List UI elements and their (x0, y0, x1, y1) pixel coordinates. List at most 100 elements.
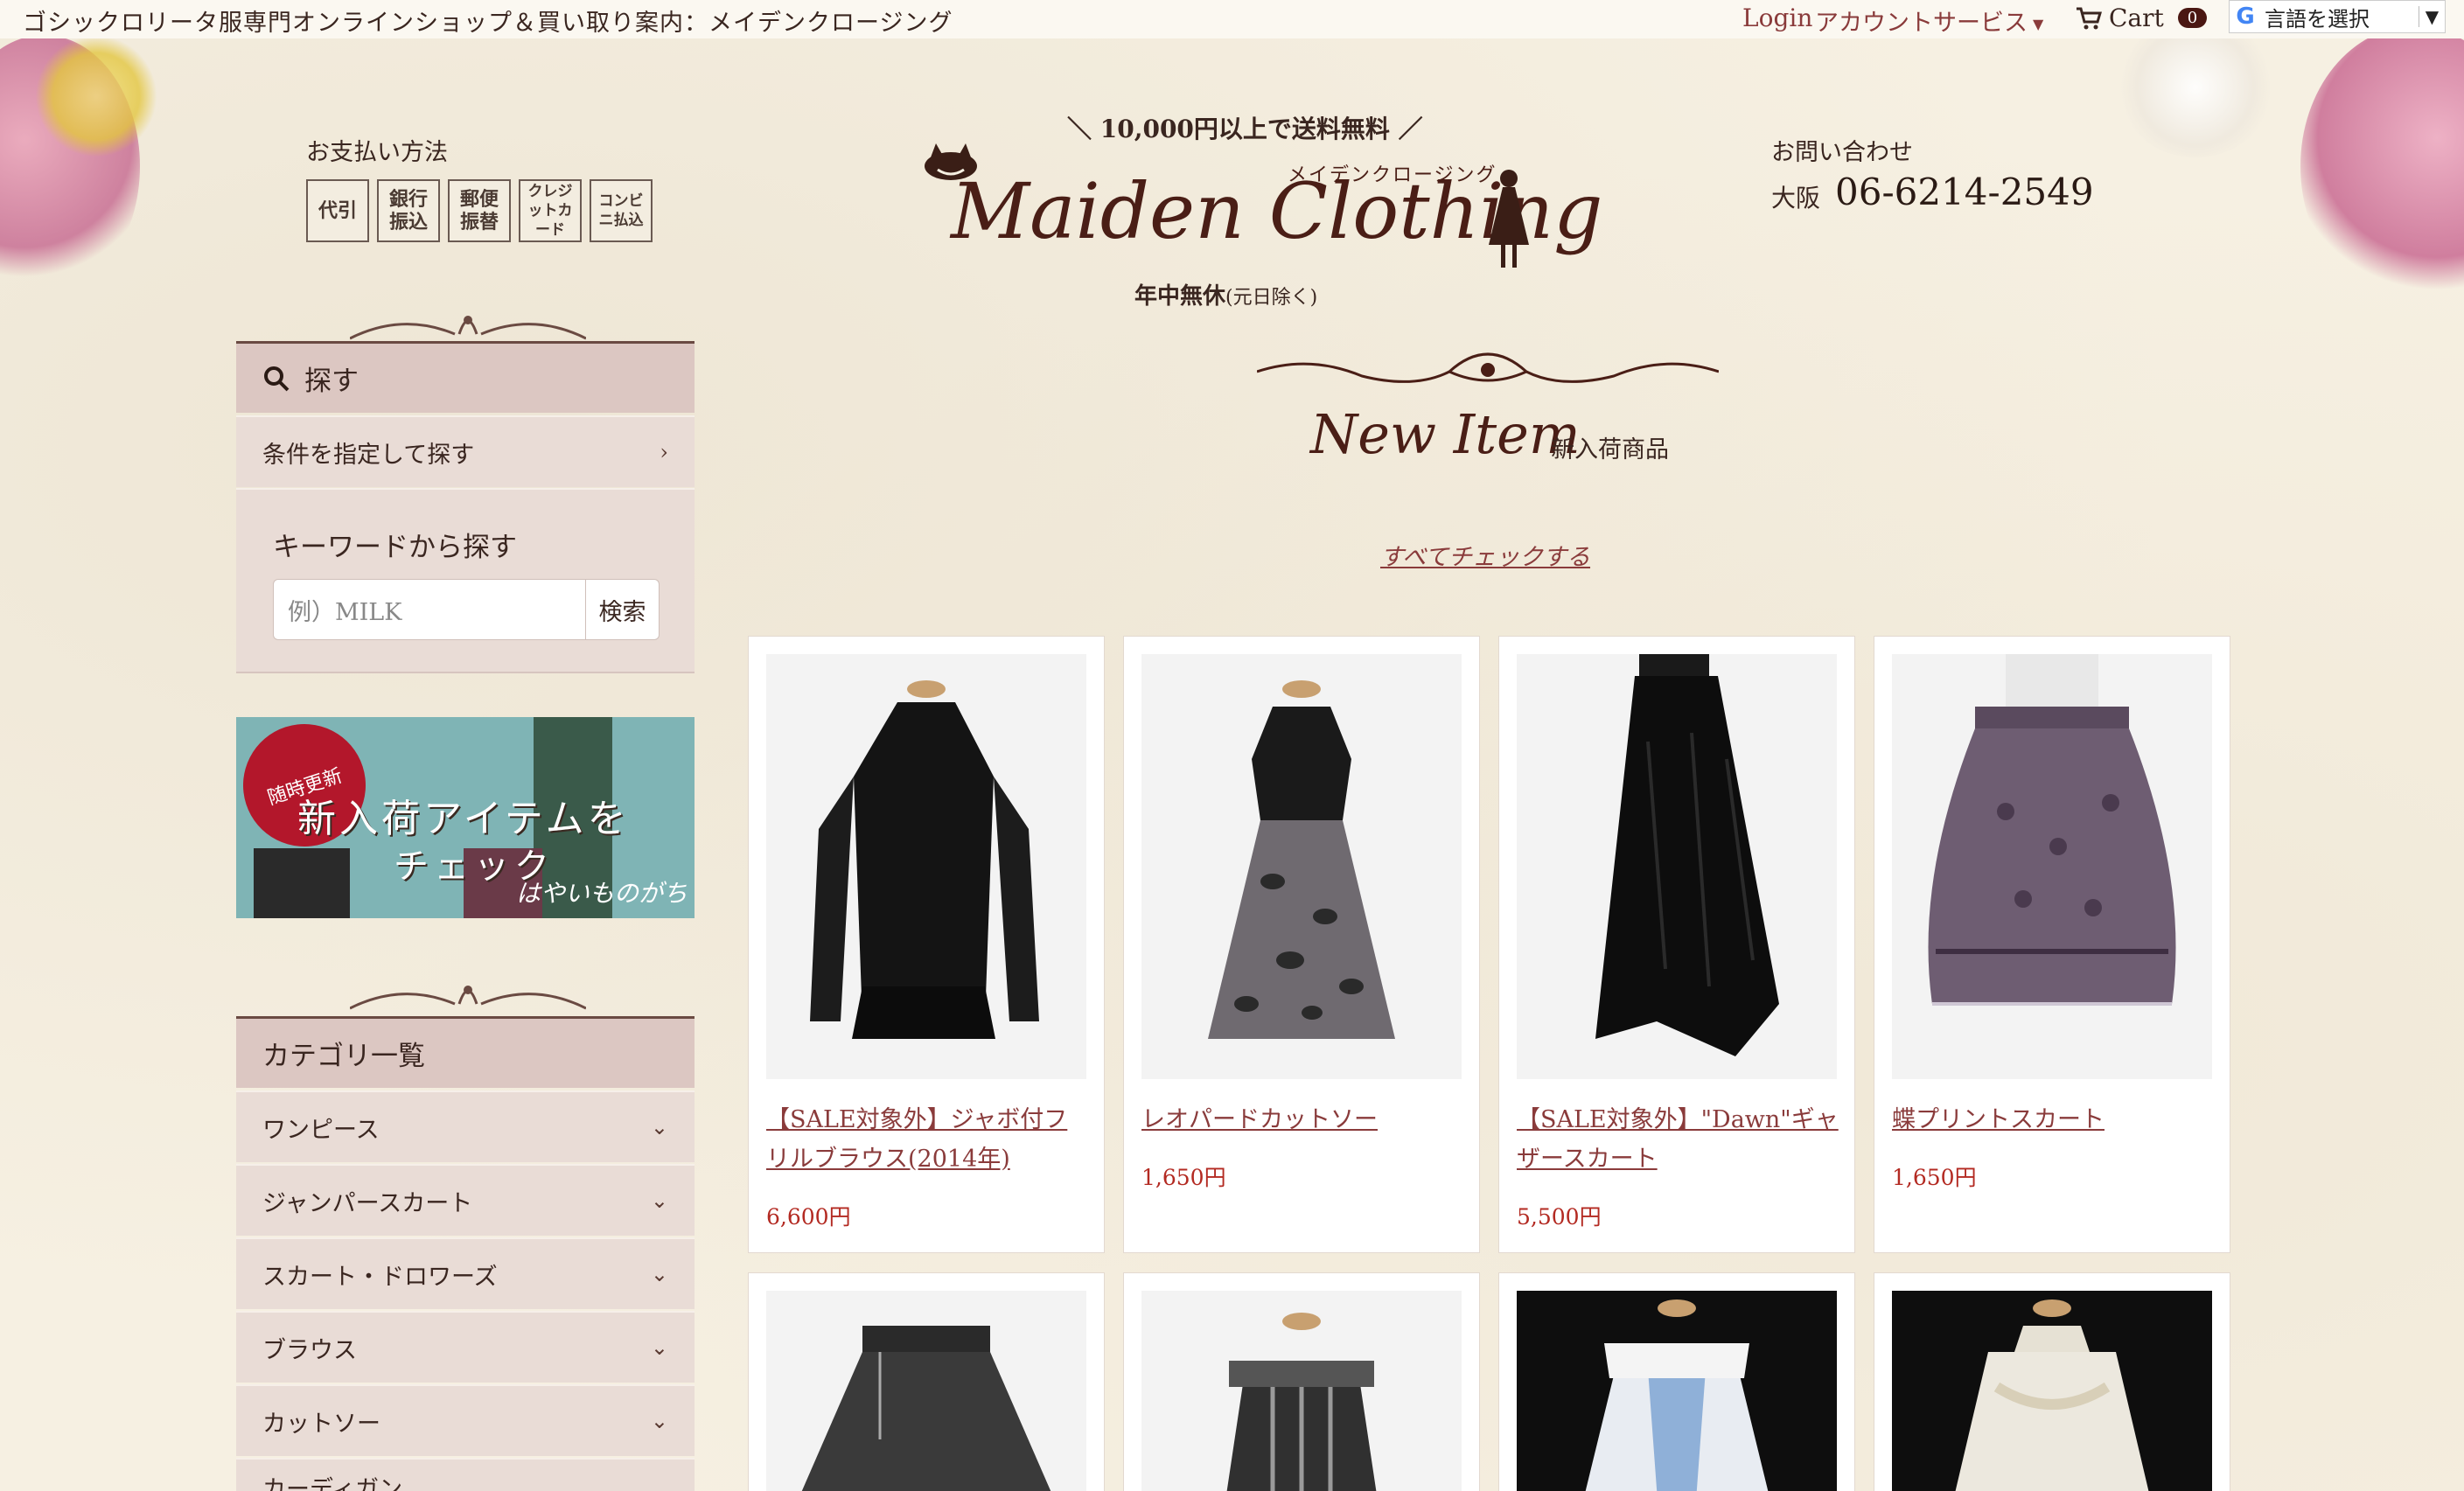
product-name[interactable]: 【SALE対象外】ジャボ付フリルブラウス(2014年) (766, 1100, 1090, 1179)
product-card[interactable]: 蝶プリントスカート 1,650円 (1874, 636, 2230, 1253)
dropdown-arrow-icon: ▼ (2419, 6, 2445, 27)
category-section-header: カテゴリ一覧 (236, 1016, 695, 1088)
category-item-label: スカート・ドロワーズ (262, 1263, 498, 1291)
product-name[interactable]: 蝶プリントスカート (1892, 1100, 2216, 1139)
keyword-search-button[interactable]: 検索 (586, 579, 660, 640)
payment-methods-title: お支払い方法 (306, 139, 448, 166)
business-hours: 年中無休(元日除く) (1134, 278, 1317, 310)
chevron-down-icon: ⌄ (650, 1188, 668, 1213)
alice-silhouette-icon (1489, 170, 1529, 268)
keyword-search-box: キーワードから探す 例）MILK 検索 (236, 488, 695, 673)
category-item[interactable]: ワンピース ⌄ (236, 1090, 695, 1162)
ornament-divider-category (350, 986, 586, 1010)
product-image[interactable] (766, 654, 1086, 1079)
product-price: 1,650円 (1892, 1165, 1977, 1190)
cart-icon (2077, 7, 2102, 29)
product-image[interactable] (1517, 654, 1837, 1079)
logo-kana: メイデンクロージング (1288, 164, 1497, 186)
cart-count-badge: 0 (2177, 8, 2208, 28)
category-item[interactable]: カーディガン (236, 1458, 695, 1491)
flower-decoration-right-white (2117, 17, 2274, 157)
category-item[interactable]: ジャンパースカート ⌄ (236, 1164, 695, 1236)
product-card[interactable] (1123, 1272, 1480, 1491)
product-image[interactable] (1517, 1291, 1837, 1491)
google-icon: G (2236, 3, 2255, 30)
leopard-cutsew-image (1141, 654, 1462, 1079)
keyword-search-title: キーワードから探す (273, 532, 517, 563)
payment-cod-icon[interactable]: 代引 (306, 179, 369, 242)
cart-link[interactable]: Cart 0 (2076, 3, 2208, 32)
site-logo[interactable]: Maiden Clothing メイデンクロージング (920, 140, 1602, 271)
ornament-divider-main (1257, 352, 1719, 383)
product-image[interactable] (1141, 654, 1462, 1079)
login-link[interactable]: Login (1742, 3, 1812, 32)
search-section-header: 探す (236, 341, 695, 413)
chevron-right-icon: › (660, 440, 668, 464)
product-card[interactable] (1498, 1272, 1855, 1491)
product-name[interactable]: レオパードカットソー (1141, 1100, 1465, 1139)
payment-methods: 代引 銀行振込 郵便振替 クレジットカード コンビニ払込 (306, 179, 653, 242)
chevron-down-icon: ⌄ (650, 1262, 668, 1286)
search-by-conditions-link[interactable]: 条件を指定して探す › (236, 415, 695, 487)
payment-credit-icon[interactable]: クレジットカード (519, 179, 582, 242)
category-item[interactable]: ブラウス ⌄ (236, 1311, 695, 1383)
payment-postal-icon[interactable]: 郵便振替 (448, 179, 511, 242)
search-icon (264, 366, 290, 391)
product-price: 1,650円 (1141, 1165, 1226, 1190)
white-blouse-image (1892, 1291, 2212, 1491)
category-section-title: カテゴリ一覧 (262, 1041, 425, 1072)
language-select-label: 言語を選択 (2265, 6, 2370, 31)
caret-down-icon: ▼ (2033, 16, 2044, 32)
product-image[interactable] (1892, 1291, 2212, 1491)
site-tagline: ゴシックロリータ服専門オンラインショップ＆買い取り案内：メイデンクロージング (23, 10, 953, 37)
category-item-label: カットソー (262, 1410, 380, 1438)
product-image[interactable] (1892, 654, 2212, 1079)
language-select[interactable]: G 言語を選択 ▼ (2229, 0, 2446, 33)
product-price: 6,600円 (766, 1204, 851, 1230)
butterfly-skirt-image (1892, 654, 2212, 1079)
keyword-search-input[interactable]: 例）MILK (273, 579, 586, 640)
contact-title: お問い合わせ (1771, 139, 1913, 166)
chevron-down-icon: ⌄ (650, 1335, 668, 1360)
section-title: New Item (1310, 402, 1581, 466)
banner-title: 新入荷アイテムを (297, 797, 630, 841)
printed-skirt-image (766, 1291, 1086, 1491)
business-hours-main: 年中無休 (1134, 283, 1226, 310)
product-card[interactable] (1874, 1272, 2230, 1491)
product-card[interactable]: レオパードカットソー 1,650円 (1123, 636, 1480, 1253)
product-image[interactable] (766, 1291, 1086, 1491)
chevron-down-icon: ⌄ (650, 1409, 668, 1433)
category-item-label: ワンピース (262, 1116, 380, 1144)
contact-phone[interactable]: 06-6214-2549 (1835, 171, 2094, 213)
product-name[interactable]: 【SALE対象外】"Dawn"ギャザースカート (1517, 1100, 1840, 1179)
ornament-divider-top (350, 316, 586, 340)
product-price: 5,500円 (1517, 1204, 1602, 1230)
white-blue-dress-image (1517, 1291, 1837, 1491)
search-section-title: 探す (304, 366, 359, 397)
cart-label: Cart (2109, 3, 2164, 32)
chevron-down-icon: ⌄ (650, 1115, 668, 1139)
striped-dress-image (1141, 1291, 1462, 1491)
contact-city: 大阪 (1771, 184, 1821, 213)
new-arrivals-banner[interactable]: 随時更新 新入荷アイテムを チェック はやいものがち (236, 717, 695, 918)
section-subtitle: 新入荷商品 (1551, 436, 1669, 463)
gather-skirt-image (1517, 654, 1837, 1079)
flower-decoration-left-yellow (35, 35, 157, 157)
payment-bank-icon[interactable]: 銀行振込 (377, 179, 440, 242)
product-card[interactable]: 【SALE対象外】"Dawn"ギャザースカート 5,500円 (1498, 636, 1855, 1253)
search-by-conditions-label: 条件を指定して探す (262, 441, 475, 469)
blouse-image (766, 654, 1086, 1079)
category-item-label: ジャンパースカート (262, 1189, 473, 1217)
banner-tag: はやいものがち (516, 879, 688, 908)
product-image[interactable] (1141, 1291, 1462, 1491)
category-item[interactable]: カットソー ⌄ (236, 1384, 695, 1456)
account-service-link[interactable]: アカウントサービス ▼ (1815, 3, 2043, 38)
account-service-label: アカウントサービス (1815, 10, 2028, 37)
payment-convenience-icon[interactable]: コンビニ払込 (590, 179, 653, 242)
product-card[interactable] (748, 1272, 1105, 1491)
category-item[interactable]: スカート・ドロワーズ ⌄ (236, 1237, 695, 1309)
banner-skirt-image (254, 848, 350, 918)
check-all-link[interactable]: すべてチェックする (1380, 538, 1590, 572)
business-hours-note: (元日除く) (1225, 287, 1318, 309)
product-card[interactable]: 【SALE対象外】ジャボ付フリルブラウス(2014年) 6,600円 (748, 636, 1105, 1253)
